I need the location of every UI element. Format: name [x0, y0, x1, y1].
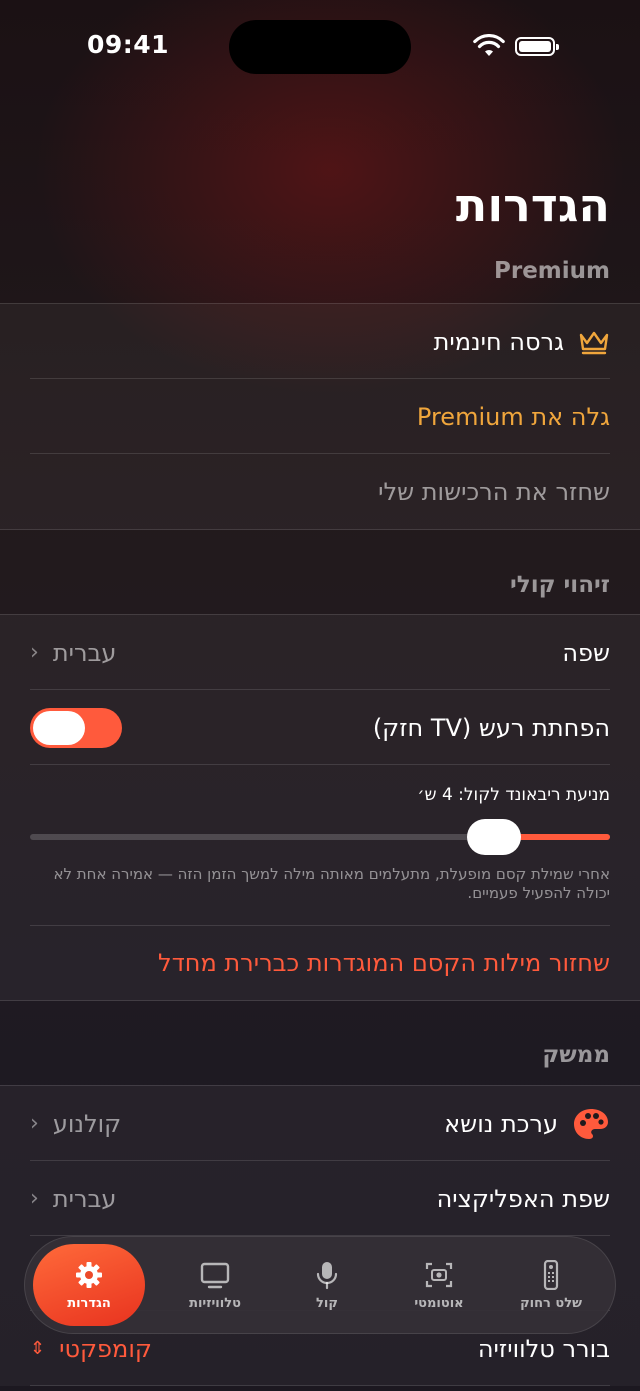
gear-icon: [76, 1261, 102, 1288]
noise-reduction-label: הפחתת רעש (TV חזק): [372, 713, 610, 742]
theme-value: קולנוע: [52, 1109, 122, 1138]
chevron-left-icon: ‹: [30, 640, 39, 665]
reset-magic-words-link[interactable]: שחזור מילות הקסם המוגדרות כברירת מחדל: [158, 949, 610, 977]
rebound-block: מניעת ריבאונד לקול: 4 ש׳ אחרי שמילת קסם …: [0, 765, 640, 925]
status-time: 09:41: [87, 30, 170, 59]
tab-settings[interactable]: הגדרות: [33, 1244, 145, 1326]
reset-magic-words-row[interactable]: שחזור מילות הקסם המוגדרות כברירת מחדל: [30, 925, 610, 1000]
tab-tvs[interactable]: טלוויזיות: [159, 1244, 271, 1326]
app-language-row[interactable]: שפת האפליקציה עברית ‹: [0, 1161, 640, 1236]
tab-settings-label: הגדרות: [67, 1295, 111, 1311]
free-version-row[interactable]: גרסה חינמית: [0, 304, 640, 379]
noise-reduction-row: הפחתת רעש (TV חזק): [0, 690, 640, 765]
voice-section: שפה עברית ‹ הפחתת רעש (TV חזק) מניעת ריב…: [0, 614, 640, 1001]
remote-icon: [543, 1259, 559, 1290]
tab-voice-label: קול: [316, 1295, 338, 1311]
wifi-icon: [473, 34, 505, 56]
language-value: עברית: [52, 638, 117, 667]
tv-icon: [200, 1262, 230, 1288]
page-title: הגדרות: [455, 178, 610, 232]
rebound-slider-thumb[interactable]: [467, 819, 521, 855]
theme-label: ערכת נושא: [444, 1109, 558, 1138]
language-label: שפה: [562, 638, 610, 667]
palette-icon: [574, 1108, 608, 1139]
discover-premium-row[interactable]: גלה את Premium: [0, 379, 640, 454]
premium-section-header: Premium: [494, 258, 610, 284]
rebound-slider[interactable]: [30, 817, 610, 857]
restore-purchases-link[interactable]: שחזר את הרכישות שלי: [378, 478, 610, 506]
tab-bar: הגדרות טלוויזיות קול אוטומטי שלט רחוק: [24, 1236, 616, 1334]
rebound-hint: אחרי שמילת קסם מופעלת, מתעלמים מאותה מיל…: [53, 865, 610, 902]
chevron-left-icon: ‹: [30, 1186, 39, 1211]
voice-section-header: זיהוי קולי: [510, 572, 610, 598]
interface-section-header: ממשק: [542, 1042, 610, 1068]
app-language-value: עברית: [52, 1184, 117, 1213]
chevron-left-icon: ‹: [30, 1111, 39, 1136]
tab-remote[interactable]: שלט רחוק: [495, 1244, 607, 1326]
tab-auto[interactable]: אוטומטי: [383, 1244, 495, 1326]
dynamic-island: [229, 20, 411, 74]
language-row[interactable]: שפה עברית ‹: [0, 615, 640, 690]
tab-voice[interactable]: קול: [271, 1244, 383, 1326]
rebound-label: מניעת ריבאונד לקול: 4 ש׳: [417, 785, 610, 805]
camera-scan-icon: [425, 1262, 453, 1287]
premium-section: גרסה חינמית גלה את Premium שחזר את הרכיש…: [0, 303, 640, 530]
tv-picker-value[interactable]: קומפקטי: [59, 1335, 152, 1363]
chevron-updown-icon: ⇕: [30, 1338, 46, 1359]
restore-purchases-row[interactable]: שחזר את הרכישות שלי: [0, 454, 640, 529]
discover-premium-link[interactable]: גלה את Premium: [417, 403, 610, 431]
mic-icon: [316, 1261, 338, 1289]
tv-picker-label: בורר טלוויזיה: [477, 1334, 610, 1363]
settings-screen: 09:41 הגדרות Premium גרסה חינמית גלה את …: [0, 0, 640, 1391]
battery-icon: [515, 37, 559, 56]
app-language-label: שפת האפליקציה: [436, 1184, 610, 1213]
tab-remote-label: שלט רחוק: [520, 1295, 582, 1311]
theme-row[interactable]: ערכת נושא קולנוע ‹: [0, 1086, 640, 1161]
crown-icon: [579, 331, 609, 354]
noise-reduction-toggle[interactable]: [30, 707, 122, 748]
tab-auto-label: אוטומטי: [414, 1295, 464, 1311]
tab-tvs-label: טלוויזיות: [189, 1295, 241, 1311]
free-version-label: גרסה חינמית: [433, 327, 564, 356]
